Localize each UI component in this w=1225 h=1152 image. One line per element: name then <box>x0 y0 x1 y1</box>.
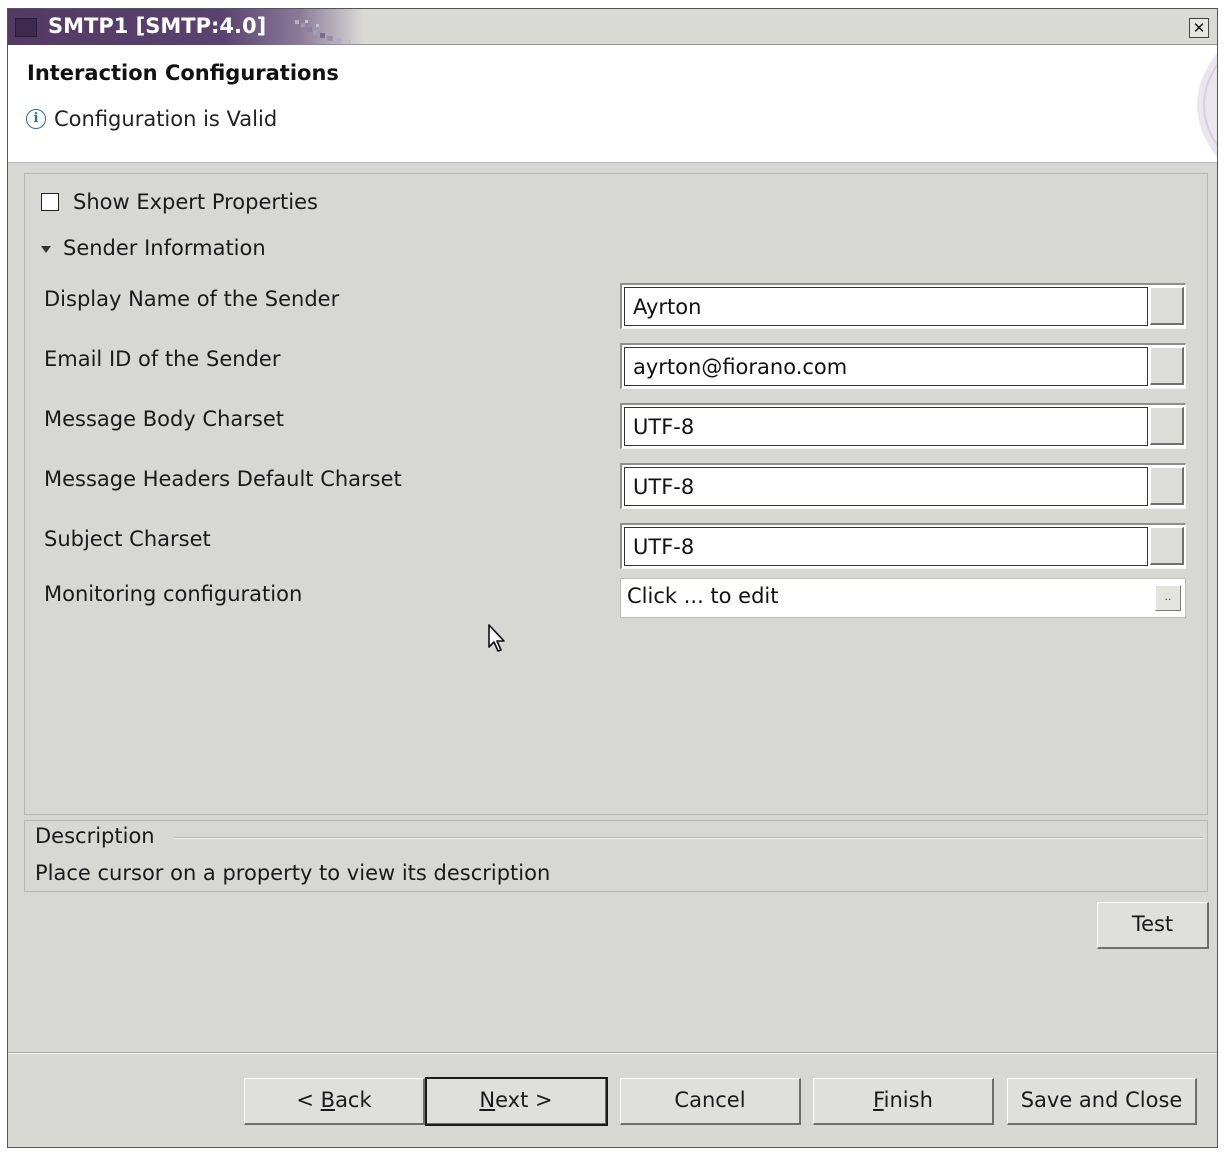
description-legend: Description <box>35 824 161 848</box>
property-label: Email ID of the Sender <box>44 347 281 371</box>
property-value: Ayrton <box>633 295 702 319</box>
edit-button[interactable] <box>1150 407 1184 445</box>
back-mnemonic: B <box>320 1088 336 1112</box>
display-name-field[interactable]: Ayrton <box>620 283 1186 329</box>
window-menu-icon[interactable] <box>15 18 37 37</box>
window-title: SMTP1 [SMTP:4.0] <box>48 14 267 38</box>
wizard-dialog: SMTP1 [SMTP:4.0] ✕ Interaction Configura… <box>7 8 1218 1148</box>
ellipsis-button[interactable]: .. <box>1155 585 1181 611</box>
save-and-close-button[interactable]: Save and Close <box>1007 1078 1197 1125</box>
title-bar[interactable]: SMTP1 [SMTP:4.0] ✕ <box>8 9 1217 45</box>
title-decoration-icon <box>295 20 351 44</box>
show-expert-properties[interactable]: Show Expert Properties <box>41 190 318 214</box>
edit-button[interactable] <box>1150 467 1184 505</box>
subject-charset-input[interactable]: UTF-8 <box>624 527 1148 566</box>
email-id-field[interactable]: ayrton@fiorano.com <box>620 343 1186 389</box>
cancel-button[interactable]: Cancel <box>620 1078 801 1125</box>
property-value: UTF-8 <box>633 415 695 439</box>
edit-button[interactable] <box>1150 527 1184 565</box>
properties-panel: Show Expert Properties Sender Informatio… <box>24 173 1208 815</box>
next-label: ext > <box>495 1088 553 1112</box>
finish-label: inish <box>883 1088 933 1112</box>
property-value: UTF-8 <box>633 535 695 559</box>
section-title: Sender Information <box>63 236 266 260</box>
headers-charset-input[interactable]: UTF-8 <box>624 467 1148 506</box>
back-label: ack <box>335 1088 372 1112</box>
status-text: Configuration is Valid <box>54 107 278 131</box>
footer-divider <box>8 1052 1217 1054</box>
wizard-header: Interaction Configurations i Configurati… <box>8 45 1217 163</box>
header-decoration-icon <box>1197 53 1217 157</box>
body-charset-field[interactable]: UTF-8 <box>620 403 1186 449</box>
validation-status: i Configuration is Valid <box>26 107 277 131</box>
test-button[interactable]: Test <box>1097 902 1209 949</box>
mouse-cursor-icon <box>488 624 505 652</box>
next-mnemonic: N <box>479 1088 496 1112</box>
info-icon: i <box>26 109 46 129</box>
description-text: Place cursor on a property to view its d… <box>35 861 551 885</box>
next-button[interactable]: Next > <box>425 1077 608 1126</box>
back-prefix: < <box>296 1088 321 1112</box>
body-charset-input[interactable]: UTF-8 <box>624 407 1148 446</box>
property-label: Subject Charset <box>44 527 211 551</box>
page-title: Interaction Configurations <box>27 61 339 85</box>
property-label: Message Body Charset <box>44 407 284 431</box>
property-value: ayrton@fiorano.com <box>633 355 848 379</box>
headers-charset-field[interactable]: UTF-8 <box>620 463 1186 509</box>
description-group: Description Place cursor on a property t… <box>24 820 1208 892</box>
edit-button[interactable] <box>1150 287 1184 325</box>
expert-properties-checkbox[interactable] <box>41 193 59 211</box>
section-sender-information[interactable]: Sender Information <box>41 236 266 260</box>
finish-button[interactable]: Finish <box>813 1078 994 1125</box>
description-divider <box>175 837 1203 839</box>
finish-mnemonic: F <box>873 1088 884 1112</box>
property-label: Message Headers Default Charset <box>44 467 402 491</box>
back-button[interactable]: < Back <box>244 1078 425 1125</box>
monitoring-config-field[interactable]: Click ... to edit .. <box>620 578 1186 618</box>
property-value: UTF-8 <box>633 475 695 499</box>
subject-charset-field[interactable]: UTF-8 <box>620 523 1186 569</box>
collapse-triangle-icon[interactable] <box>41 245 51 253</box>
edit-button[interactable] <box>1150 347 1184 385</box>
property-value: Click ... to edit <box>627 584 779 608</box>
email-id-input[interactable]: ayrton@fiorano.com <box>624 347 1148 386</box>
close-button[interactable]: ✕ <box>1189 18 1209 38</box>
display-name-input[interactable]: Ayrton <box>624 287 1148 326</box>
property-label: Display Name of the Sender <box>44 287 340 311</box>
property-label: Monitoring configuration <box>44 582 303 606</box>
expert-properties-label: Show Expert Properties <box>73 190 318 214</box>
